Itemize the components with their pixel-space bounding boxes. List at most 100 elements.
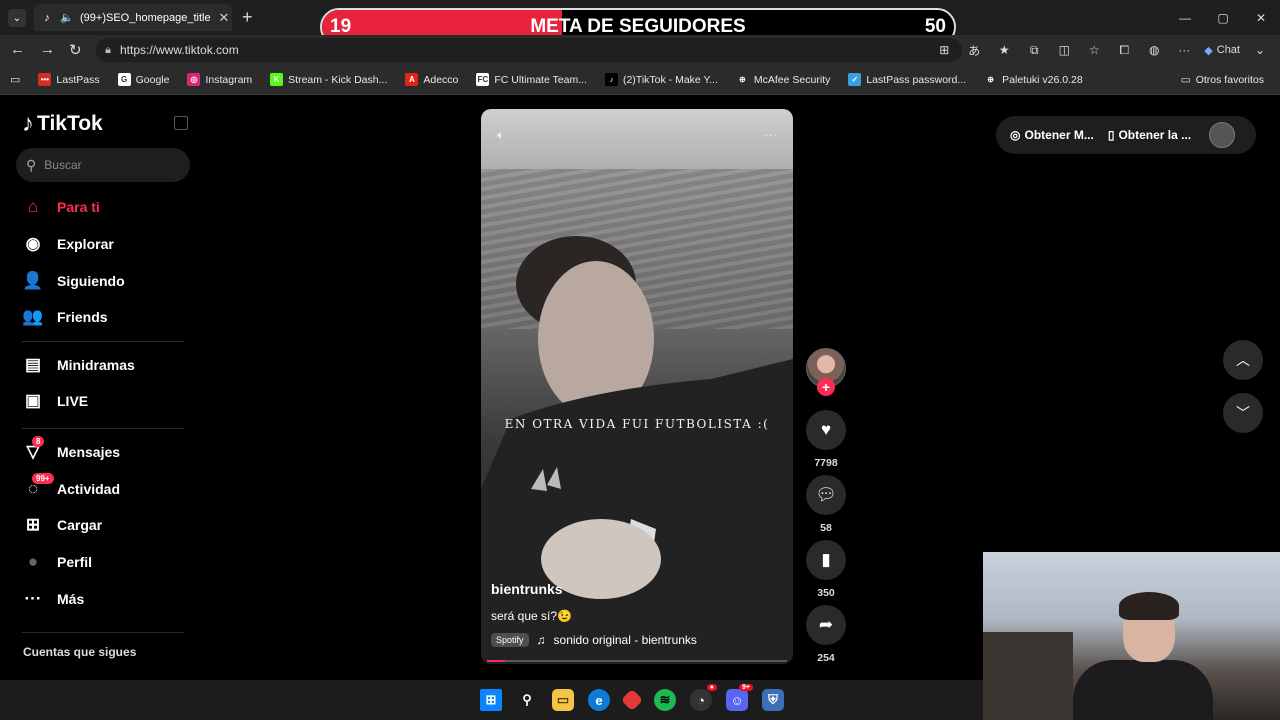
- webcam-person-hair: [1119, 592, 1179, 620]
- sidebar-item-actividad[interactable]: ◌ 99+ Actividad: [22, 473, 121, 502]
- bookmark-item[interactable]: FC FC Ultimate Team...: [476, 73, 587, 86]
- kick-icon: K: [270, 73, 284, 86]
- extensions-icon[interactable]: ⧉: [1024, 43, 1044, 58]
- sidebar-item-minidramas[interactable]: ▤ Minidramas: [22, 352, 135, 378]
- reading-list-icon[interactable]: ▭: [10, 73, 20, 86]
- video-player[interactable]: 🔈︎ ··· EN OTRA VIDA FUI FUTBOLISTA :( bi…: [481, 109, 793, 664]
- sidebar-item-perfil[interactable]: ● Perfil: [22, 549, 92, 575]
- collections-icon[interactable]: ⧠: [1114, 43, 1134, 58]
- speaker-icon[interactable]: 🔈: [60, 11, 74, 24]
- sidebar-item-friends[interactable]: 👥 Friends: [22, 304, 107, 330]
- minimize-button[interactable]: —: [1166, 0, 1204, 35]
- sidebar-item-explorar[interactable]: ◉ Explorar: [22, 231, 114, 257]
- comment-count: 58: [820, 522, 832, 534]
- tiktok-logo[interactable]: ♪ TikTok: [22, 110, 103, 138]
- sidebar-item-label: Cargar: [57, 517, 103, 533]
- sidebar-item-label: LIVE: [57, 393, 89, 409]
- favorites-icon[interactable]: ☆: [1084, 43, 1104, 57]
- globe-icon: ⊕: [735, 73, 749, 86]
- webcam-chair: [983, 632, 1073, 720]
- bookmark-item[interactable]: ◎ Instagram: [187, 73, 252, 86]
- forward-icon[interactable]: →: [40, 41, 55, 58]
- sidebar-item-siguiendo[interactable]: 👤 Siguiendo: [22, 268, 124, 294]
- sidebar-item-para-ti[interactable]: ⌂ Para ti: [22, 194, 100, 220]
- google-icon: G: [117, 73, 131, 86]
- share-action[interactable]: ➦ 254: [805, 605, 847, 664]
- compass-icon: ◉: [25, 234, 41, 253]
- bookmark-item[interactable]: ⊕ McAfee Security: [735, 73, 830, 86]
- brand-name: TikTok: [37, 112, 103, 135]
- bookmark-item[interactable]: ♪ (2)TikTok - Make Y...: [604, 73, 718, 86]
- upload-icon: ⊞: [25, 515, 41, 534]
- video-music[interactable]: Spotify ♫ sonido original - bientrunks: [491, 633, 697, 647]
- tab-actions-menu-icon[interactable]: ⌄: [8, 9, 26, 27]
- video-progress-bar[interactable]: [487, 660, 787, 662]
- collapse-sidebar-icon[interactable]: [174, 116, 188, 130]
- user-avatar[interactable]: [1209, 122, 1236, 148]
- more-options-icon[interactable]: ···: [1174, 43, 1194, 57]
- heart-icon: ♥: [806, 410, 846, 450]
- bookmark-item[interactable]: ⊕ Paletuki v26.0.28: [984, 73, 1083, 86]
- bookmark-item[interactable]: K Stream - Kick Dash...: [270, 73, 387, 86]
- bookmark-item[interactable]: ✓ LastPass password...: [848, 73, 966, 86]
- video-more-icon[interactable]: ···: [764, 127, 777, 142]
- game-launcher-icon[interactable]: ⛨: [762, 689, 784, 711]
- music-title: sonido original - bientrunks: [553, 633, 697, 647]
- sidebar-item-live[interactable]: ▣ LIVE: [22, 388, 88, 414]
- search-icon[interactable]: ⚲: [516, 689, 538, 711]
- search-input[interactable]: ⚲ Buscar: [16, 148, 190, 182]
- get-app-button-1[interactable]: ◎ Obtener M...: [1010, 128, 1094, 142]
- red-app-icon[interactable]: [620, 688, 644, 712]
- friends-icon: 👥: [22, 307, 44, 326]
- bookmark-item[interactable]: A Adecco: [405, 73, 458, 86]
- obs-badge-icon: ●: [706, 684, 717, 691]
- file-explorer-icon[interactable]: ▭: [552, 689, 574, 711]
- chevron-down-icon[interactable]: ⌄: [1250, 43, 1270, 57]
- windows-taskbar: ⊞ ⚲ ▭ e ≋ ◔ ● ☺ 9+ ⛨: [0, 680, 983, 720]
- next-video-button[interactable]: ﹀: [1223, 393, 1263, 433]
- discord-icon[interactable]: ☺ 9+: [726, 684, 753, 711]
- edge-icon[interactable]: e: [588, 689, 610, 711]
- volume-icon[interactable]: 🔈︎: [497, 127, 505, 143]
- obs-icon[interactable]: ◔ ●: [690, 684, 717, 711]
- profile-avatar: ●: [27, 552, 39, 571]
- other-favorites-folder[interactable]: ▭ Otros favoritos: [1181, 74, 1264, 86]
- copilot-chat-button[interactable]: ◆ Chat: [1204, 44, 1240, 57]
- bookmark-item[interactable]: G Google: [117, 73, 169, 86]
- save-action[interactable]: ▮ 350: [805, 540, 847, 599]
- browser-tab[interactable]: ♪ 🔈 (99+)SEO_homepage_title ✕: [34, 4, 232, 31]
- video-username[interactable]: bientrunks: [491, 581, 563, 597]
- translate-icon[interactable]: あ: [964, 42, 984, 59]
- follow-plus-icon[interactable]: +: [817, 378, 835, 396]
- favorite-star-icon[interactable]: ★: [994, 43, 1014, 57]
- site-info-icon[interactable]: 🔒︎: [96, 44, 120, 57]
- share-icon: ➦: [806, 605, 846, 645]
- spotify-icon[interactable]: ≋: [654, 689, 676, 711]
- reload-icon[interactable]: ↻: [69, 41, 82, 59]
- split-screen-icon[interactable]: ◫: [1054, 43, 1074, 57]
- coin-icon: ◎: [1010, 128, 1021, 142]
- profile-icon[interactable]: ◍: [1144, 43, 1164, 57]
- close-window-button[interactable]: ✕: [1242, 0, 1280, 35]
- previous-video-button[interactable]: ︿: [1223, 340, 1263, 380]
- bookmark-item[interactable]: ••• LastPass: [38, 73, 100, 86]
- url-field[interactable]: 🔒︎ https://www.tiktok.com: [96, 38, 962, 62]
- sidebar-item-más[interactable]: ··· Más: [22, 586, 85, 612]
- sidebar-item-cargar[interactable]: ⊞ Cargar: [22, 512, 102, 538]
- like-action[interactable]: ♥ 7798: [805, 410, 847, 469]
- comment-action[interactable]: 💬︎ 58: [805, 475, 847, 534]
- sidebar-item-label: Actividad: [57, 481, 121, 497]
- get-app-button-2[interactable]: ▯ Obtener la ...: [1108, 128, 1191, 142]
- windows-start-icon[interactable]: ⊞: [480, 689, 502, 711]
- maximize-button[interactable]: ▢: [1204, 0, 1242, 35]
- back-icon[interactable]: ←: [10, 41, 25, 58]
- address-bar-row: ← → ↻ 🔒︎ https://www.tiktok.com ⊞ あ ★ ⧉ …: [0, 35, 1280, 65]
- apps-icon[interactable]: ⊞: [934, 43, 954, 57]
- new-tab-button[interactable]: +: [242, 7, 253, 28]
- search-placeholder: Buscar: [44, 158, 82, 172]
- chevron-up-icon: ︿: [1236, 352, 1250, 368]
- tab-close-icon[interactable]: ✕: [216, 10, 232, 26]
- sidebar-item-mensajes[interactable]: ▽ 8 Mensajes: [22, 436, 120, 465]
- spotify-badge[interactable]: Spotify: [491, 633, 529, 647]
- bookmark-label: LastPass password...: [866, 73, 967, 86]
